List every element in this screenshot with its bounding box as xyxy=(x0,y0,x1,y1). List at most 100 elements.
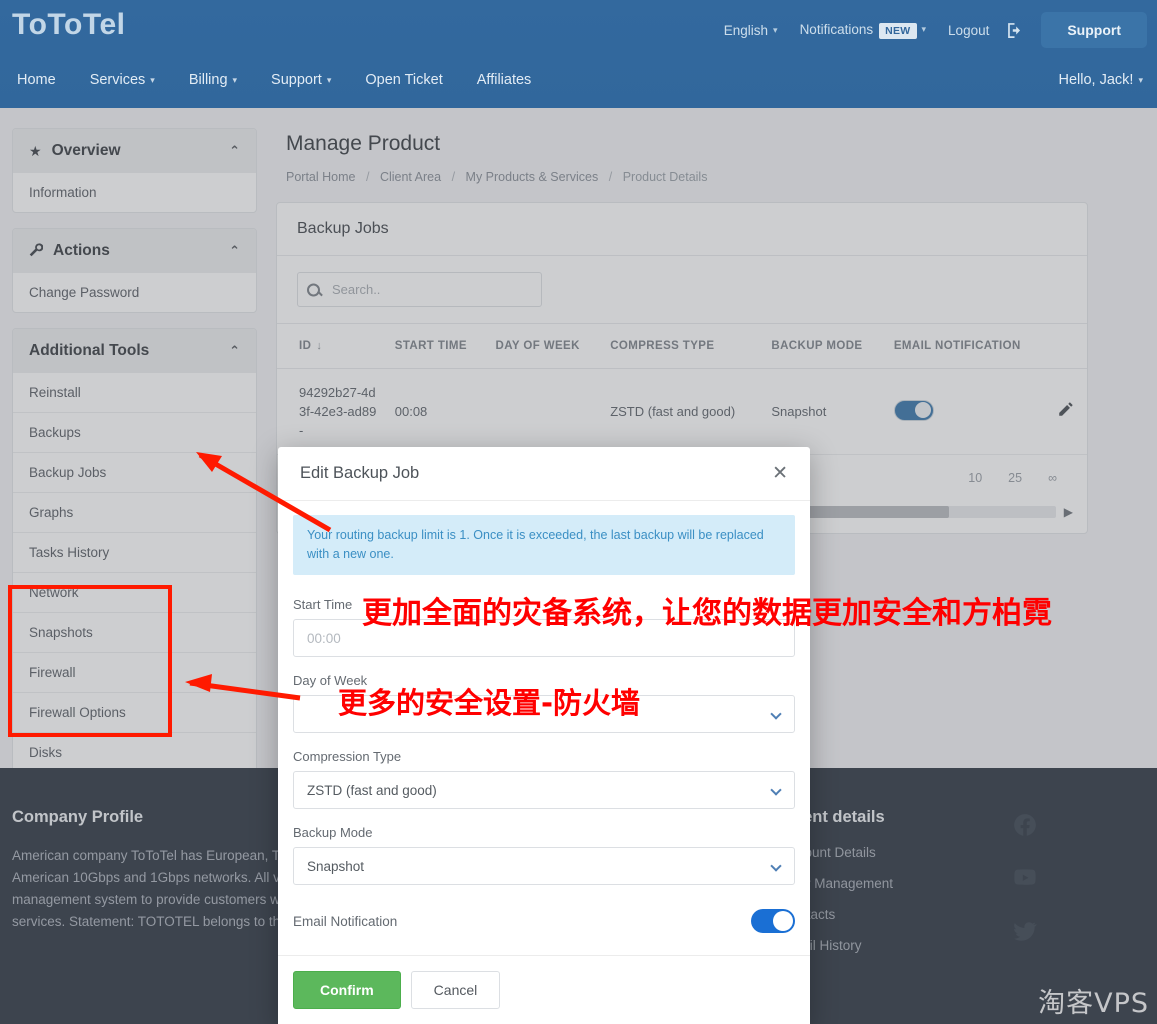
footer-social xyxy=(1012,808,1145,969)
breadcrumb-my-products[interactable]: My Products & Services xyxy=(466,170,599,184)
cell-start-time: 00:08 xyxy=(387,369,488,455)
cancel-button[interactable]: Cancel xyxy=(411,971,501,1009)
footer-link-contacts[interactable]: Contacts xyxy=(782,907,1012,922)
scroll-right-icon[interactable]: ▶ xyxy=(1064,505,1073,519)
column-header-day-of-week[interactable]: DAY OF WEEK xyxy=(488,324,603,369)
footer-link-email-history[interactable]: Email History xyxy=(782,938,1012,953)
sidebar-group-header-additional-tools[interactable]: Additional Tools ⌃ xyxy=(13,329,256,373)
search-icon xyxy=(307,283,320,296)
sidebar-item-backups[interactable]: Backups xyxy=(13,412,256,452)
breadcrumb-portal-home[interactable]: Portal Home xyxy=(286,170,355,184)
top-header: ToToTel English ▾ NotificationsNEW▾ Logou… xyxy=(0,0,1157,108)
support-button[interactable]: Support xyxy=(1041,12,1147,48)
facebook-icon[interactable] xyxy=(1012,812,1145,843)
start-time-input[interactable] xyxy=(293,619,795,657)
sidebar-item-backup-jobs[interactable]: Backup Jobs xyxy=(13,452,256,492)
field-compression-type: Compression Type xyxy=(293,749,795,809)
breadcrumb-client-area[interactable]: Client Area xyxy=(380,170,441,184)
sidebar-item-graphs[interactable]: Graphs xyxy=(13,492,256,532)
footer-client-title: Client details xyxy=(782,808,1012,827)
close-icon[interactable]: ✕ xyxy=(772,464,788,483)
chevron-up-icon[interactable]: ⌃ xyxy=(229,143,240,159)
language-switcher[interactable]: English ▾ xyxy=(713,17,789,44)
chevron-down-icon: ▾ xyxy=(773,25,778,36)
table-header-row: ID ↓ START TIME DAY OF WEEK COMPRESS TYPE… xyxy=(277,324,1087,369)
sort-descending-icon: ↓ xyxy=(316,340,322,352)
column-header-actions xyxy=(1049,324,1087,369)
nav-label: Support xyxy=(271,72,322,88)
nav-item-support[interactable]: Support▾ xyxy=(254,62,348,98)
column-label: ID xyxy=(299,340,311,352)
notifications-menu[interactable]: NotificationsNEW▾ xyxy=(789,16,937,45)
sidebar-item-firewall-options[interactable]: Firewall Options xyxy=(13,692,256,732)
nav-item-services[interactable]: Services ▾ xyxy=(73,62,172,98)
nav-item-home[interactable]: Home xyxy=(0,62,73,98)
card-title: Backup Jobs xyxy=(277,203,1087,256)
site-logo[interactable]: ToToTel xyxy=(12,8,125,42)
nav-label: Home xyxy=(17,72,56,88)
confirm-button[interactable]: Confirm xyxy=(293,971,401,1009)
sidebar-item-tasks-history[interactable]: Tasks History xyxy=(13,532,256,572)
cell-backup-mode: Snapshot xyxy=(763,369,885,455)
sidebar-item-reinstall[interactable]: Reinstall xyxy=(13,373,256,412)
email-notification-toggle[interactable] xyxy=(751,909,795,933)
chevron-up-icon[interactable]: ⌃ xyxy=(229,343,240,359)
backup-jobs-table: ID ↓ START TIME DAY OF WEEK COMPRESS TYPE… xyxy=(277,323,1087,455)
youtube-icon[interactable] xyxy=(1012,865,1145,896)
chevron-up-icon[interactable]: ⌃ xyxy=(229,243,240,259)
nav-item-affiliates[interactable]: Affiliates xyxy=(460,62,549,98)
page-size-25[interactable]: 25 xyxy=(998,467,1032,489)
backup-mode-select[interactable] xyxy=(293,847,795,885)
nav-label: Affiliates xyxy=(477,72,532,88)
label-start-time: Start Time xyxy=(293,597,795,612)
user-greeting: Hello, Jack! xyxy=(1059,72,1134,88)
footer-link-user-management[interactable]: User Management xyxy=(782,876,1012,891)
logout-link[interactable]: Logout xyxy=(937,17,1000,44)
sidebar-item-network[interactable]: Network xyxy=(13,572,256,612)
user-menu[interactable]: Hello, Jack!▾ xyxy=(1059,72,1143,88)
table-row[interactable]: 94292b27-4d3f-42e3-ad89- 00:08 ZSTD (fas… xyxy=(277,369,1087,455)
column-header-email-notification[interactable]: EMAIL NOTIFICATION xyxy=(886,324,1049,369)
day-of-week-select[interactable] xyxy=(293,695,795,733)
breadcrumb-separator: / xyxy=(609,170,612,184)
column-header-backup-mode[interactable]: BACKUP MODE xyxy=(763,324,885,369)
sidebar-item-information[interactable]: Information xyxy=(13,173,256,212)
nav-label: Services xyxy=(90,72,146,88)
modal-header: Edit Backup Job ✕ xyxy=(278,447,810,501)
column-header-start-time[interactable]: START TIME xyxy=(387,324,488,369)
field-backup-mode: Backup Mode xyxy=(293,825,795,885)
edit-backup-job-modal: Edit Backup Job ✕ Your routing backup li… xyxy=(278,447,810,1024)
modal-footer: Confirm Cancel xyxy=(278,955,810,1024)
sidebar-item-snapshots[interactable]: Snapshots xyxy=(13,612,256,652)
twitter-icon[interactable] xyxy=(1012,918,1145,949)
logout-arrow-icon[interactable] xyxy=(1000,18,1033,43)
compression-type-select[interactable] xyxy=(293,771,795,809)
nav-label: Billing xyxy=(189,72,228,88)
sidebar-item-change-password[interactable]: Change Password xyxy=(13,273,256,312)
search-area xyxy=(277,256,1087,323)
language-label: English xyxy=(724,23,768,38)
sidebar-item-disks[interactable]: Disks xyxy=(13,732,256,772)
field-day-of-week: Day of Week xyxy=(293,673,795,733)
sidebar: ★ Overview ⌃ Information Actions ⌃ Chang… xyxy=(12,128,257,788)
page-size-10[interactable]: 10 xyxy=(958,467,992,489)
chevron-down-icon: ▾ xyxy=(150,75,155,86)
pencil-icon[interactable] xyxy=(1057,405,1074,422)
email-notification-toggle[interactable] xyxy=(894,400,934,421)
page-size-all[interactable]: ∞ xyxy=(1038,467,1067,489)
column-header-compress-type[interactable]: COMPRESS TYPE xyxy=(602,324,763,369)
cell-id: 94292b27-4d3f-42e3-ad89- xyxy=(277,369,387,455)
footer-link-account-details[interactable]: Account Details xyxy=(782,845,1012,860)
sidebar-group-header-actions[interactable]: Actions ⌃ xyxy=(13,229,256,273)
nav-item-open-ticket[interactable]: Open Ticket xyxy=(348,62,459,98)
column-header-id[interactable]: ID ↓ xyxy=(277,324,387,369)
field-email-notification: Email Notification xyxy=(293,901,795,937)
search-input[interactable] xyxy=(297,272,542,307)
new-badge: NEW xyxy=(879,23,916,39)
cell-email-notification xyxy=(886,369,1049,455)
sidebar-group-header-overview[interactable]: ★ Overview ⌃ xyxy=(13,129,256,173)
sidebar-group-actions: Actions ⌃ Change Password xyxy=(12,228,257,313)
sidebar-item-firewall[interactable]: Firewall xyxy=(13,652,256,692)
breadcrumb-current: Product Details xyxy=(623,170,708,184)
nav-item-billing[interactable]: Billing▾ xyxy=(172,62,254,98)
